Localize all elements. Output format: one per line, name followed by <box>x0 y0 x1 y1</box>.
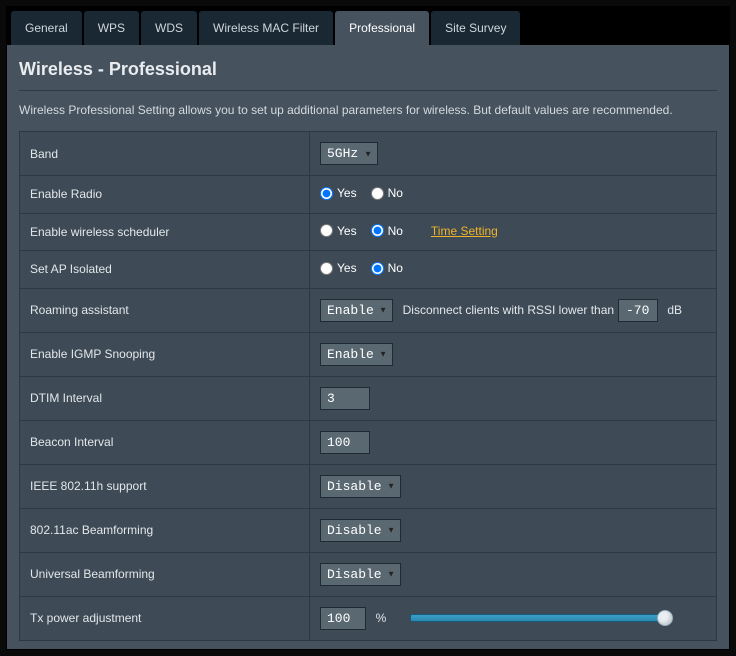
ap-isolated-yes-input[interactable] <box>320 262 333 275</box>
ieee80211h-select[interactable]: Disable <box>320 475 401 498</box>
tab-mac-filter[interactable]: Wireless MAC Filter <box>199 11 333 45</box>
rssi-prefix-text: Disconnect clients with RSSI lower than <box>403 303 614 317</box>
beacon-input[interactable] <box>320 431 370 454</box>
enable-radio-no[interactable]: No <box>371 186 403 200</box>
beamforming-ac-select[interactable]: Disable <box>320 519 401 542</box>
band-select[interactable]: 5GHz <box>320 142 378 165</box>
scheduler-no[interactable]: No <box>371 224 403 238</box>
beamforming-uni-select[interactable]: Disable <box>320 563 401 586</box>
time-setting-link[interactable]: Time Setting <box>431 224 498 238</box>
txpower-slider[interactable] <box>410 614 670 622</box>
label-enable-radio: Enable Radio <box>20 176 310 214</box>
igmp-select[interactable]: Enable <box>320 343 393 366</box>
tab-wds[interactable]: WDS <box>141 11 197 45</box>
scheduler-no-input[interactable] <box>371 224 384 237</box>
enable-radio-no-input[interactable] <box>371 187 384 200</box>
settings-table: Band 5GHz Enable Radio Yes No Enable wir <box>19 131 717 641</box>
dtim-input[interactable] <box>320 387 370 410</box>
page-title: Wireless - Professional <box>19 59 717 91</box>
label-roaming: Roaming assistant <box>20 288 310 332</box>
label-beamforming-ac: 802.11ac Beamforming <box>20 508 310 552</box>
scheduler-yes[interactable]: Yes <box>320 224 357 238</box>
rssi-input[interactable] <box>618 299 658 322</box>
label-ap-isolated: Set AP Isolated <box>20 251 310 289</box>
label-dtim: DTIM Interval <box>20 376 310 420</box>
content-area: Wireless - Professional Wireless Profess… <box>7 45 729 649</box>
enable-radio-yes-input[interactable] <box>320 187 333 200</box>
label-txpower: Tx power adjustment <box>20 596 310 640</box>
txpower-slider-thumb[interactable] <box>657 610 673 626</box>
ap-isolated-no[interactable]: No <box>371 261 403 275</box>
label-80211h: IEEE 802.11h support <box>20 464 310 508</box>
tab-wps[interactable]: WPS <box>84 11 139 45</box>
tab-general[interactable]: General <box>11 11 82 45</box>
enable-radio-yes[interactable]: Yes <box>320 186 357 200</box>
label-igmp: Enable IGMP Snooping <box>20 332 310 376</box>
scheduler-yes-input[interactable] <box>320 224 333 237</box>
tab-professional[interactable]: Professional <box>335 11 429 45</box>
roaming-select[interactable]: Enable <box>320 299 393 322</box>
ap-isolated-yes[interactable]: Yes <box>320 261 357 275</box>
tab-bar: General WPS WDS Wireless MAC Filter Prof… <box>7 7 729 45</box>
label-enable-scheduler: Enable wireless scheduler <box>20 213 310 251</box>
page-description: Wireless Professional Setting allows you… <box>19 103 717 117</box>
wireless-professional-panel: General WPS WDS Wireless MAC Filter Prof… <box>6 6 730 650</box>
percent-label: % <box>376 611 387 625</box>
tab-site-survey[interactable]: Site Survey <box>431 11 520 45</box>
ap-isolated-no-input[interactable] <box>371 262 384 275</box>
txpower-input[interactable] <box>320 607 366 630</box>
label-beacon: Beacon Interval <box>20 420 310 464</box>
label-band: Band <box>20 132 310 176</box>
label-beamforming-uni: Universal Beamforming <box>20 552 310 596</box>
rssi-suffix-text: dB <box>667 303 682 317</box>
